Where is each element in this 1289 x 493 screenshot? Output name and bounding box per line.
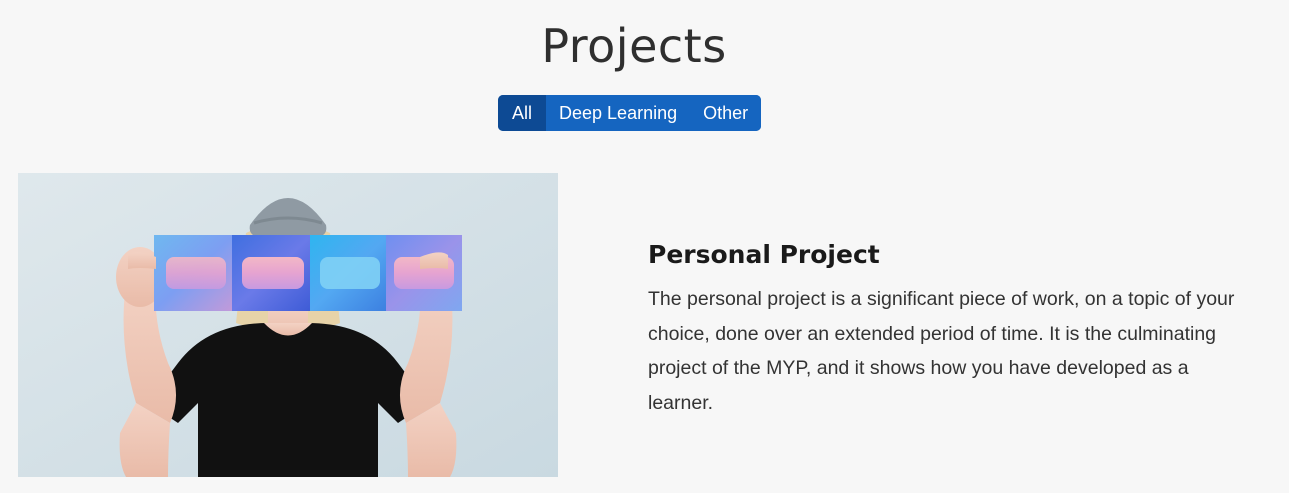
project-description: The personal project is a significant pi… bbox=[648, 288, 1235, 414]
project-image bbox=[18, 173, 558, 477]
filter-deep-learning-button[interactable]: Deep Learning bbox=[546, 95, 691, 131]
project-title: Personal Project bbox=[648, 240, 880, 269]
project-details: Personal Project The personal project is… bbox=[648, 236, 1248, 420]
page-title: Projects bbox=[541, 19, 727, 73]
filter-all-button[interactable]: All bbox=[498, 95, 547, 131]
project-filter-group: All Deep Learning Other bbox=[498, 95, 762, 131]
filter-other-button[interactable]: Other bbox=[690, 95, 762, 131]
